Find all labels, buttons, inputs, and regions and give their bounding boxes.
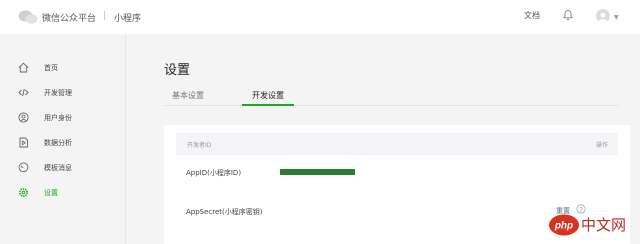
sidebar-item-label: 开发管理 <box>44 89 72 97</box>
tab-basic-settings[interactable]: 基本设置 <box>172 90 204 101</box>
sidebar-item-label: 首页 <box>44 64 58 72</box>
sidebar-item-label: 数据分析 <box>44 139 72 147</box>
card-header-title: 开发者ID <box>187 142 212 149</box>
sidebar-item-data-analysis[interactable]: 数据分析 <box>0 135 125 151</box>
chevron-down-icon[interactable]: ▼ <box>614 14 619 21</box>
message-icon <box>18 162 29 173</box>
docs-link[interactable]: 文档 <box>524 10 540 21</box>
watermark-text: php <box>554 221 573 232</box>
bell-icon[interactable] <box>562 9 574 21</box>
appsecret-label: AppSecret(小程序密钥) <box>186 208 263 216</box>
watermark-text-tail: 中文网 <box>581 216 626 234</box>
sidebar-item-label: 设置 <box>44 189 58 197</box>
card-header-action: 操作 <box>595 142 608 149</box>
card-header: 开发者ID 操作 <box>176 133 618 155</box>
title-separator: | <box>103 11 107 21</box>
sidebar-item-user-identity[interactable]: 用户身份 <box>0 110 125 126</box>
appid-label: AppID(小程序ID) <box>186 169 242 177</box>
sidebar-item-template-message[interactable]: 模板消息 <box>0 160 125 176</box>
sidebar-item-label: 用户身份 <box>44 114 72 122</box>
chart-doc-icon <box>19 137 28 148</box>
platform-brand[interactable]: 微信公众平台 <box>42 11 96 24</box>
sidebar: 首页 开发管理 用户身份 数据分析 模板消息 设置 <box>0 34 126 244</box>
appid-value-redacted <box>280 169 355 175</box>
sidebar-item-dev-management[interactable]: 开发管理 <box>0 85 125 101</box>
page-title: 设置 <box>164 63 191 78</box>
php-cn-watermark-logo: php 中文网 <box>549 214 626 236</box>
home-icon <box>18 62 29 73</box>
tab-dev-settings[interactable]: 开发设置 <box>252 90 284 101</box>
tabs-divider <box>164 105 619 106</box>
user-circle-icon <box>18 112 29 123</box>
active-tab-indicator <box>242 104 294 106</box>
sidebar-item-settings[interactable]: 设置 <box>0 185 125 201</box>
code-icon <box>18 88 29 97</box>
sidebar-item-label: 模板消息 <box>44 164 72 172</box>
sidebar-item-home[interactable]: 首页 <box>0 60 125 76</box>
top-bar: 微信公众平台 | 小程序 文档 ▼ <box>0 0 640 34</box>
product-name: 小程序 <box>114 14 142 24</box>
wechat-logo-icon[interactable] <box>18 10 38 25</box>
user-silhouette-icon <box>598 12 608 23</box>
gear-icon <box>19 188 28 197</box>
user-avatar[interactable] <box>596 9 610 23</box>
